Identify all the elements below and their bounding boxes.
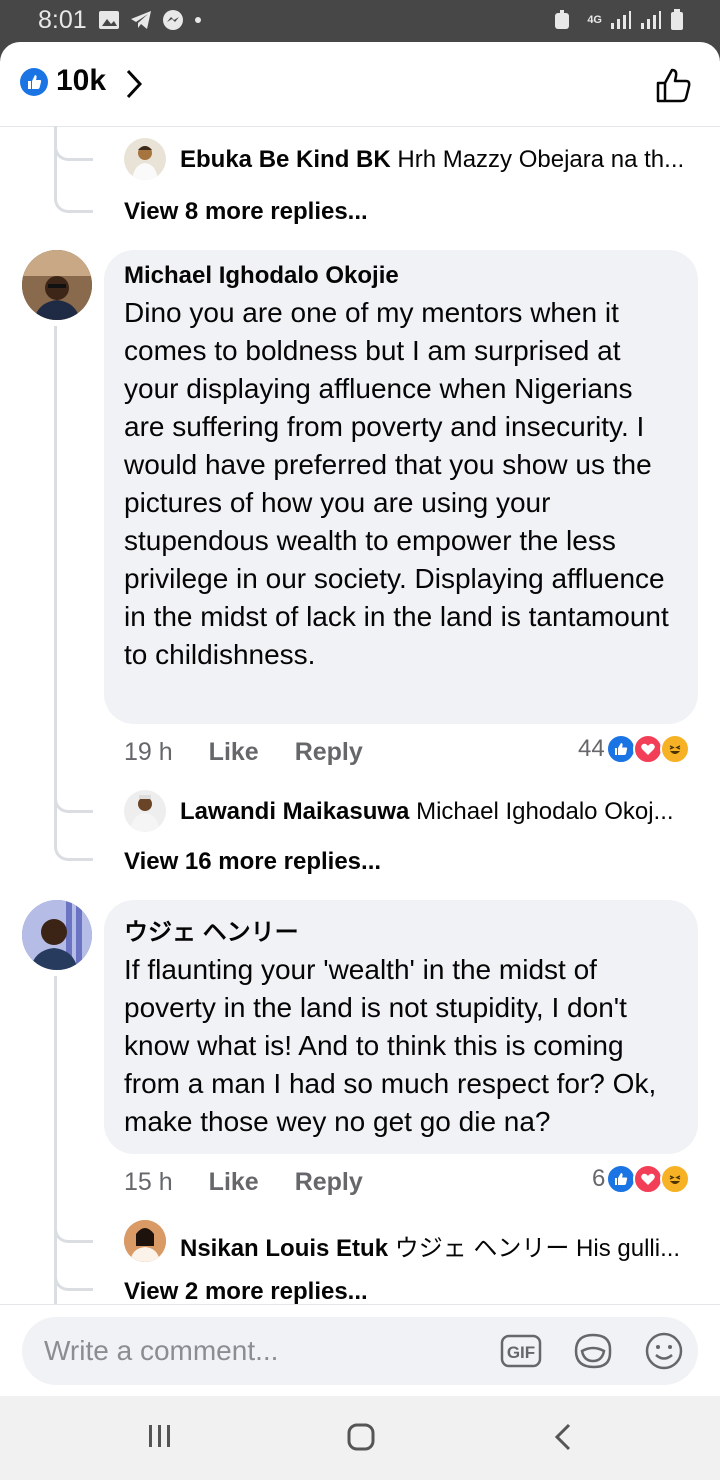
recent-apps-icon[interactable] xyxy=(146,1422,174,1450)
avatar[interactable] xyxy=(124,1220,166,1262)
thread-elbow xyxy=(54,158,93,213)
home-icon[interactable] xyxy=(346,1422,376,1452)
view-more-replies[interactable]: View 8 more replies... xyxy=(124,198,368,226)
like-count[interactable]: 10k xyxy=(56,64,106,98)
like-reaction-icon xyxy=(606,1164,637,1194)
like-button[interactable]: Like xyxy=(209,738,259,767)
reaction-count: 6 xyxy=(592,1165,606,1192)
comment-text: If flaunting your 'wealth' in the midst … xyxy=(124,954,657,1137)
system-navigation-bar xyxy=(0,1396,720,1480)
reply-preview[interactable]: Ebuka Be Kind BK Hrh Mazzy Obejara na th… xyxy=(180,146,720,174)
love-reaction-icon xyxy=(632,734,663,764)
messenger-icon xyxy=(163,10,183,30)
gif-label: GIF xyxy=(507,1343,535,1362)
composer-tools: GIF xyxy=(500,1331,684,1371)
avatar[interactable] xyxy=(22,900,92,970)
dot-icon xyxy=(195,17,201,23)
sticker-icon[interactable] xyxy=(572,1331,614,1371)
reply-text: Michael Ighodalo Okoj... xyxy=(416,798,674,825)
comment-actions: 15 h Like Reply xyxy=(124,1168,363,1197)
signal-icon xyxy=(611,11,631,29)
back-icon[interactable] xyxy=(552,1422,574,1452)
gif-icon[interactable]: GIF xyxy=(500,1332,542,1370)
comments-sheet: 10k Ebuka Be Kind BK Hrh Mazzy Obejara n… xyxy=(0,42,720,1396)
gallery-icon xyxy=(99,11,119,29)
reply-author[interactable]: Ebuka Be Kind BK xyxy=(180,146,391,173)
reaction-summary[interactable]: 6 xyxy=(592,1164,691,1194)
comment-input[interactable]: Write a comment... GIF xyxy=(22,1317,698,1385)
comment-time[interactable]: 15 h xyxy=(124,1168,173,1197)
thread-line xyxy=(54,326,57,826)
thread-elbow xyxy=(54,1198,93,1243)
status-time: 8:01 xyxy=(38,6,87,34)
avatar[interactable] xyxy=(124,790,166,832)
reply-author[interactable]: Lawandi Maikasuwa xyxy=(180,798,409,825)
reaction-count: 44 xyxy=(578,735,605,762)
haha-reaction-icon xyxy=(659,734,690,764)
comment-author[interactable]: ウジェ ヘンリー xyxy=(124,912,678,947)
telegram-icon xyxy=(131,11,151,29)
thread-elbow xyxy=(54,1240,93,1291)
signal-icon-2 xyxy=(641,11,661,29)
network-type: 4G xyxy=(587,14,602,26)
comment-time[interactable]: 19 h xyxy=(124,738,173,767)
avatar[interactable] xyxy=(124,138,166,180)
reply-text: ウジェ ヘンリー His gulli... xyxy=(394,1235,681,1262)
haha-reaction-icon xyxy=(660,1164,691,1194)
reply-button[interactable]: Reply xyxy=(295,1168,363,1197)
reply-button[interactable]: Reply xyxy=(295,738,363,767)
thread-elbow xyxy=(54,810,93,861)
comments-header: 10k xyxy=(0,42,720,127)
thread-elbow xyxy=(54,768,93,813)
alarm-icon xyxy=(555,10,570,29)
status-bar: 8:01 4G xyxy=(0,0,720,42)
reaction-summary[interactable]: 44 xyxy=(578,734,690,764)
avatar[interactable] xyxy=(22,250,92,320)
comment-input-placeholder[interactable]: Write a comment... xyxy=(44,1335,278,1367)
chevron-right-icon[interactable] xyxy=(124,68,144,100)
emoji-icon[interactable] xyxy=(644,1331,684,1371)
like-outline-icon[interactable] xyxy=(654,66,694,106)
comment-bubble[interactable]: Michael Ighodalo Okojie Dino you are one… xyxy=(104,250,698,724)
reply-author[interactable]: Nsikan Louis Etuk xyxy=(180,1235,388,1262)
comment-bubble[interactable]: ウジェ ヘンリー If flaunting your 'wealth' in t… xyxy=(104,900,698,1154)
like-button[interactable]: Like xyxy=(209,1168,259,1197)
reply-preview[interactable]: Nsikan Louis Etuk ウジェ ヘンリー His gulli... xyxy=(180,1228,720,1263)
comment-actions: 19 h Like Reply xyxy=(124,738,363,767)
view-more-replies[interactable]: View 2 more replies... xyxy=(124,1278,368,1306)
view-more-replies[interactable]: View 16 more replies... xyxy=(124,848,381,876)
comment-text: Dino you are one of my mentors when it c… xyxy=(124,297,669,670)
love-reaction-icon xyxy=(633,1164,664,1194)
system-icons: 4G xyxy=(553,9,684,31)
comment-composer-bar: Write a comment... GIF xyxy=(0,1304,720,1396)
like-reaction-icon xyxy=(605,734,636,764)
notification-icons xyxy=(98,9,202,31)
thread-elbow xyxy=(54,126,93,161)
reply-preview[interactable]: Lawandi Maikasuwa Michael Ighodalo Okoj.… xyxy=(180,798,720,826)
battery-icon xyxy=(671,9,683,30)
comment-author[interactable]: Michael Ighodalo Okojie xyxy=(124,262,678,290)
reply-text: Hrh Mazzy Obejara na th... xyxy=(397,146,685,173)
like-reaction-icon[interactable] xyxy=(20,68,48,96)
